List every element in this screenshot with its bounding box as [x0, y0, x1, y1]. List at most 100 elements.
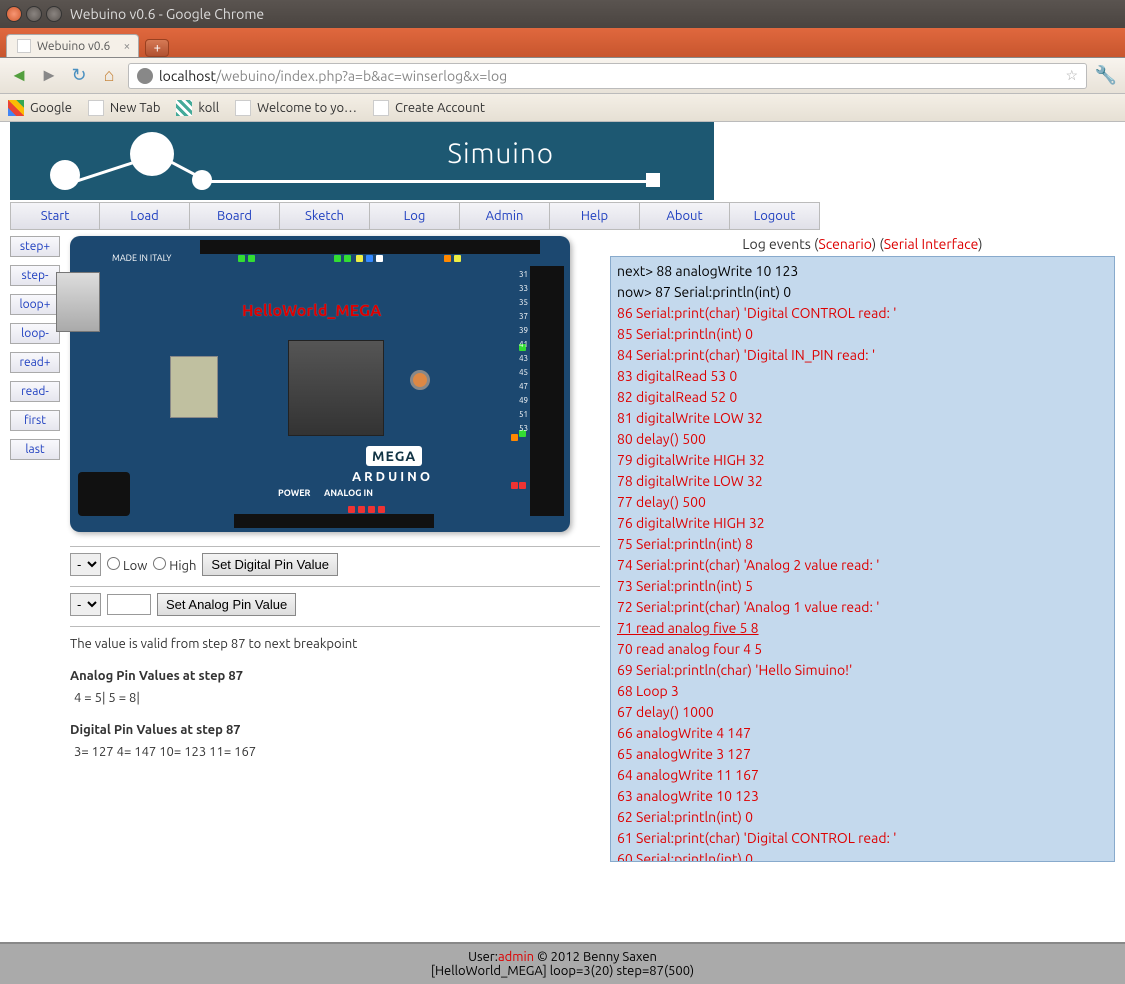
- step-plus-button[interactable]: step+: [10, 236, 60, 257]
- nav-logout[interactable]: Logout: [730, 202, 820, 230]
- scenario-link[interactable]: Scenario: [818, 236, 871, 252]
- tab-title: Webuino v0.6: [37, 40, 110, 53]
- log-line: 62 Serial:println(int) 0: [617, 807, 1108, 828]
- browser-tab-active[interactable]: Webuino v0.6 ×: [6, 34, 139, 57]
- reset-button-icon: [410, 370, 430, 390]
- low-radio[interactable]: [107, 557, 120, 570]
- nav-sketch[interactable]: Sketch: [280, 202, 370, 230]
- log-line: 84 Serial:print(char) 'Digital IN_PIN re…: [617, 345, 1108, 366]
- bookmark-newtab[interactable]: New Tab: [88, 100, 161, 116]
- footer-status: [HelloWorld_MEGA] loop=3(20) step=87(500…: [0, 964, 1125, 978]
- validity-info: The value is valid from step 87 to next …: [70, 637, 600, 651]
- forward-button[interactable]: ►: [38, 65, 60, 87]
- digital-values: 3= 127 4= 147 10= 123 11= 167: [74, 745, 600, 759]
- globe-icon: [137, 68, 153, 84]
- window-close-button[interactable]: [6, 6, 22, 22]
- footer-user: admin: [498, 950, 534, 964]
- set-analog-button[interactable]: Set Analog Pin Value: [157, 593, 296, 616]
- google-icon: [8, 100, 24, 116]
- log-line: 60 Serial:println(int) 0: [617, 849, 1108, 862]
- reload-button[interactable]: ↻: [68, 65, 90, 87]
- nav-help[interactable]: Help: [550, 202, 640, 230]
- simuino-banner: Simuino: [10, 122, 714, 200]
- bookmark-koll[interactable]: koll: [176, 100, 219, 116]
- loop-minus-button[interactable]: loop-: [10, 323, 60, 344]
- new-tab-button[interactable]: +: [145, 39, 169, 57]
- analog-value-input[interactable]: [107, 594, 151, 615]
- log-line: 77 delay() 500: [617, 492, 1108, 513]
- window-maximize-button[interactable]: [46, 6, 62, 22]
- read-minus-button[interactable]: read-: [10, 381, 60, 402]
- log-line: 61 Serial:print(char) 'Digital CONTROL r…: [617, 828, 1108, 849]
- last-button[interactable]: last: [10, 439, 60, 460]
- log-line: 64 analogWrite 11 167: [617, 765, 1108, 786]
- digital-pin-select[interactable]: -: [70, 553, 101, 576]
- bookmark-create[interactable]: Create Account: [373, 100, 485, 116]
- bookmark-google[interactable]: Google: [8, 100, 72, 116]
- log-line: 86 Serial:print(char) 'Digital CONTROL r…: [617, 303, 1108, 324]
- arduino-board-image: MADE IN ITALY HelloWorld_MEGA MEGA ARDUI…: [70, 236, 570, 532]
- loop-plus-button[interactable]: loop+: [10, 294, 60, 315]
- analog-pin-select[interactable]: -: [70, 593, 101, 616]
- tab-strip: Webuino v0.6 × +: [0, 28, 1125, 58]
- read-plus-button[interactable]: read+: [10, 352, 60, 373]
- log-line: 82 digitalRead 52 0: [617, 387, 1108, 408]
- log-line: 65 analogWrite 3 127: [617, 744, 1108, 765]
- nav-admin[interactable]: Admin: [460, 202, 550, 230]
- step-buttons: step+ step- loop+ loop- read+ read- firs…: [10, 236, 60, 460]
- back-button[interactable]: ◄: [8, 65, 30, 87]
- nav-board[interactable]: Board: [190, 202, 280, 230]
- window-title: Webuino v0.6 - Google Chrome: [70, 6, 264, 22]
- digital-pin-control: - Low High Set Digital Pin Value: [70, 553, 600, 576]
- home-button[interactable]: ⌂: [98, 65, 120, 87]
- log-line: 63 analogWrite 10 123: [617, 786, 1108, 807]
- log-line: next> 88 analogWrite 10 123: [617, 261, 1108, 282]
- set-digital-button[interactable]: Set Digital Pin Value: [202, 553, 338, 576]
- log-line: 73 Serial:println(int) 5: [617, 576, 1108, 597]
- log-line: 71 read analog five 5 8: [617, 618, 1108, 639]
- pin-row-numbers: 313335373941434547495153: [519, 268, 528, 436]
- log-line: 67 delay() 1000: [617, 702, 1108, 723]
- usb-port: [56, 272, 100, 332]
- high-radio-label[interactable]: High: [153, 557, 196, 573]
- nav-menu: Start Load Board Sketch Log Admin Help A…: [10, 202, 1125, 230]
- log-line: 70 read analog four 4 5: [617, 639, 1108, 660]
- browser-toolbar: ◄ ► ↻ ⌂ localhost /webuino/index.php?a=b…: [0, 58, 1125, 94]
- power-jack: [78, 472, 130, 516]
- wrench-menu-icon[interactable]: 🔧: [1095, 65, 1117, 87]
- nav-log[interactable]: Log: [370, 202, 460, 230]
- low-radio-label[interactable]: Low: [107, 557, 147, 573]
- footer-bar: User:admin © 2012 Benny Saxen [HelloWorl…: [0, 942, 1125, 984]
- serial-interface-link[interactable]: Serial Interface: [884, 236, 978, 252]
- page-icon: [88, 100, 104, 116]
- page-icon: [235, 100, 251, 116]
- step-minus-button[interactable]: step-: [10, 265, 60, 286]
- window-minimize-button[interactable]: [26, 6, 42, 22]
- log-header: Log events (Scenario) (Serial Interface): [610, 236, 1115, 252]
- first-button[interactable]: first: [10, 410, 60, 431]
- url-path: /webuino/index.php?a=b&ac=winserlog&x=lo…: [216, 68, 507, 84]
- page-icon: [373, 100, 389, 116]
- nav-start[interactable]: Start: [10, 202, 100, 230]
- log-line: 74 Serial:print(char) 'Analog 2 value re…: [617, 555, 1108, 576]
- url-bar[interactable]: localhost /webuino/index.php?a=b&ac=wins…: [128, 63, 1087, 89]
- window-title-bar: Webuino v0.6 - Google Chrome: [0, 0, 1125, 28]
- nav-load[interactable]: Load: [100, 202, 190, 230]
- koll-icon: [176, 100, 192, 116]
- bookmark-welcome[interactable]: Welcome to yo…: [235, 100, 357, 116]
- bookmark-star-icon[interactable]: ☆: [1065, 67, 1078, 84]
- made-in-italy-label: MADE IN ITALY: [112, 254, 171, 264]
- tab-close-icon[interactable]: ×: [124, 40, 131, 53]
- mega-badge: MEGA: [366, 446, 422, 466]
- log-line: 72 Serial:print(char) 'Analog 1 value re…: [617, 597, 1108, 618]
- analog-values: 4 = 5| 5 = 8|: [74, 691, 600, 705]
- log-panel[interactable]: next> 88 analogWrite 10 123now> 87 Seria…: [610, 256, 1115, 862]
- arduino-label: ARDUINO: [352, 470, 433, 484]
- log-line: 79 digitalWrite HIGH 32: [617, 450, 1108, 471]
- high-radio[interactable]: [153, 557, 166, 570]
- nav-about[interactable]: About: [640, 202, 730, 230]
- log-line: 78 digitalWrite LOW 32: [617, 471, 1108, 492]
- mcu-chip: [288, 340, 384, 436]
- log-line: 81 digitalWrite LOW 32: [617, 408, 1108, 429]
- log-line: 76 digitalWrite HIGH 32: [617, 513, 1108, 534]
